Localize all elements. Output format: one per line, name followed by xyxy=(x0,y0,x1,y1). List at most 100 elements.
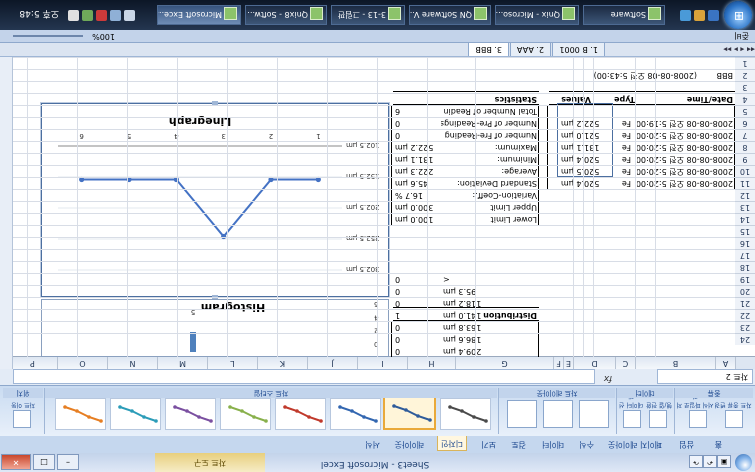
column-header-f[interactable]: F xyxy=(553,357,563,369)
office-button[interactable] xyxy=(735,454,752,471)
explorer-icon[interactable] xyxy=(694,10,705,21)
row-header-9[interactable]: 9 xyxy=(735,153,755,165)
row-header-5[interactable]: 5 xyxy=(735,105,755,117)
chart-style-6[interactable] xyxy=(165,398,216,430)
sheet-tab-3[interactable]: 3. BBB xyxy=(468,42,509,56)
tab-layout[interactable]: 레이아웃 xyxy=(392,437,427,451)
maximize-button[interactable]: □ xyxy=(33,454,55,470)
column-header-d[interactable]: D xyxy=(573,357,615,369)
select-all-corner[interactable] xyxy=(735,357,755,369)
layout-thumb-1[interactable] xyxy=(579,400,609,428)
column-header-k[interactable]: K xyxy=(257,357,307,369)
tab-review[interactable]: 검토 xyxy=(508,437,529,451)
dist-bin[interactable]: 141.0 µm xyxy=(443,309,537,321)
taskbar-item-5[interactable]: Qnix8 - Softw... xyxy=(245,5,327,25)
show-desktop-icon[interactable] xyxy=(708,10,719,21)
dist-count[interactable]: 0 xyxy=(395,297,439,309)
switch-row-column-button[interactable]: 행/열 전환 xyxy=(645,401,673,410)
column-header-c[interactable]: C xyxy=(615,357,635,369)
tab-format[interactable]: 서식 xyxy=(362,437,383,451)
chart-style-4[interactable] xyxy=(275,398,326,430)
column-header-b[interactable]: B xyxy=(635,357,715,369)
volume-icon[interactable] xyxy=(68,10,79,21)
taskbar-item-1[interactable]: Software xyxy=(583,5,665,25)
zoom-level[interactable]: 100% xyxy=(92,32,115,41)
tab-formulas[interactable]: 수식 xyxy=(576,437,597,451)
vertical-scrollbar[interactable] xyxy=(0,57,13,369)
taskbar-item-3[interactable]: QN Software V... xyxy=(409,5,491,25)
save-icon[interactable]: ▣ xyxy=(717,455,731,468)
dist-bin[interactable]: 95.3 µm xyxy=(443,285,537,297)
histogram-chart[interactable]: 02465Histogram xyxy=(41,299,389,357)
row-header-3[interactable]: 3 xyxy=(735,81,755,93)
tab-page-layout[interactable]: 페이지 레이아웃 xyxy=(605,437,665,451)
column-header-l[interactable]: L xyxy=(207,357,257,369)
zoom-slider[interactable] xyxy=(13,35,83,37)
dist-count[interactable]: 0 xyxy=(395,285,439,297)
save-template-icon[interactable] xyxy=(689,410,707,428)
change-chart-type-button[interactable]: 차트 종류 변경 xyxy=(713,401,753,410)
row-header-20[interactable]: 20 xyxy=(735,285,755,297)
minimize-button[interactable]: – xyxy=(57,454,79,470)
tray-icon-b[interactable] xyxy=(110,10,121,21)
tab-data[interactable]: 데이터 xyxy=(539,437,567,451)
chart-style-5[interactable] xyxy=(220,398,271,430)
redo-icon[interactable]: ↷ xyxy=(689,455,703,468)
cell-b1[interactable]: (2008-08-08 오전 5:43:00) xyxy=(567,69,697,81)
tray-icon-c[interactable] xyxy=(96,10,107,21)
row-header-7[interactable]: 7 xyxy=(735,129,755,141)
linegraph-chart[interactable]: 102.5 µm 152.5 µm 202.5 µm 252.5 µm 302.5 µm… xyxy=(41,101,389,299)
row-header-10[interactable]: 10 xyxy=(735,165,755,177)
switch-row-column-icon[interactable] xyxy=(649,410,667,428)
worksheet-grid[interactable]: BBB (2008-08-08 오전 5:43:00) Date/Time Ty… xyxy=(0,57,735,369)
tab-home[interactable]: 홈 xyxy=(712,437,725,451)
clock[interactable]: 오후 5:48 xyxy=(19,8,59,21)
tab-view[interactable]: 보기 xyxy=(478,437,499,451)
change-chart-type-icon[interactable] xyxy=(725,410,743,428)
row-header-17[interactable]: 17 xyxy=(735,249,755,261)
row-header-1[interactable]: 1 xyxy=(735,57,755,69)
row-header-16[interactable]: 16 xyxy=(735,237,755,249)
row-header-12[interactable]: 12 xyxy=(735,189,755,201)
insert-function-button[interactable]: fx xyxy=(599,371,617,384)
tab-insert[interactable]: 삽입 xyxy=(676,437,697,451)
taskbar-item-2[interactable]: Qnix - Microso... xyxy=(495,5,579,25)
row-header-13[interactable]: 13 xyxy=(735,201,755,213)
close-button[interactable]: ✕ xyxy=(1,454,31,470)
start-button[interactable]: ⊞ xyxy=(724,1,752,29)
chart-style-8[interactable] xyxy=(55,398,106,430)
row-header-11[interactable]: 11 xyxy=(735,177,755,189)
dist-bin[interactable]: 118.2 µm xyxy=(443,297,537,309)
row-header-2[interactable]: 2 xyxy=(735,69,755,81)
tray-icon-a[interactable] xyxy=(124,10,135,21)
move-chart-button[interactable]: 차트 이동 xyxy=(3,401,43,410)
ie-icon[interactable] xyxy=(680,10,691,21)
column-header-p[interactable]: P xyxy=(7,357,57,369)
row-header-14[interactable]: 14 xyxy=(735,213,755,225)
layout-thumb-3[interactable] xyxy=(507,400,537,428)
column-header-o[interactable]: O xyxy=(57,357,107,369)
move-chart-icon[interactable] xyxy=(13,410,31,428)
row-header-24[interactable]: 24 xyxy=(735,333,755,345)
dist-bin[interactable]: < xyxy=(443,273,537,285)
column-header-e[interactable]: E xyxy=(563,357,573,369)
column-header-i[interactable]: I xyxy=(357,357,407,369)
row-header-23[interactable]: 23 xyxy=(735,321,755,333)
layout-thumb-2[interactable] xyxy=(543,400,573,428)
column-header-m[interactable]: M xyxy=(157,357,207,369)
chart-style-2[interactable] xyxy=(383,396,436,430)
chart-style-1[interactable] xyxy=(440,398,491,430)
row-header-22[interactable]: 22 xyxy=(735,309,755,321)
formula-input[interactable] xyxy=(13,369,595,384)
chart-style-7[interactable] xyxy=(110,398,161,430)
dist-count[interactable]: 0 xyxy=(395,273,439,285)
column-header-g[interactable]: G xyxy=(455,357,553,369)
undo-icon[interactable]: ↶ xyxy=(703,455,717,468)
taskbar-item-6[interactable]: Microsoft Exce... xyxy=(157,5,241,25)
row-header-6[interactable]: 6 xyxy=(735,117,755,129)
column-header-a[interactable]: A xyxy=(715,357,735,369)
sheet-tab-2[interactable]: 2. AAA xyxy=(509,42,551,56)
column-header-n[interactable]: N xyxy=(107,357,157,369)
taskbar-item-4[interactable]: 3-13 - 그림판 xyxy=(331,5,405,25)
row-header-18[interactable]: 18 xyxy=(735,261,755,273)
